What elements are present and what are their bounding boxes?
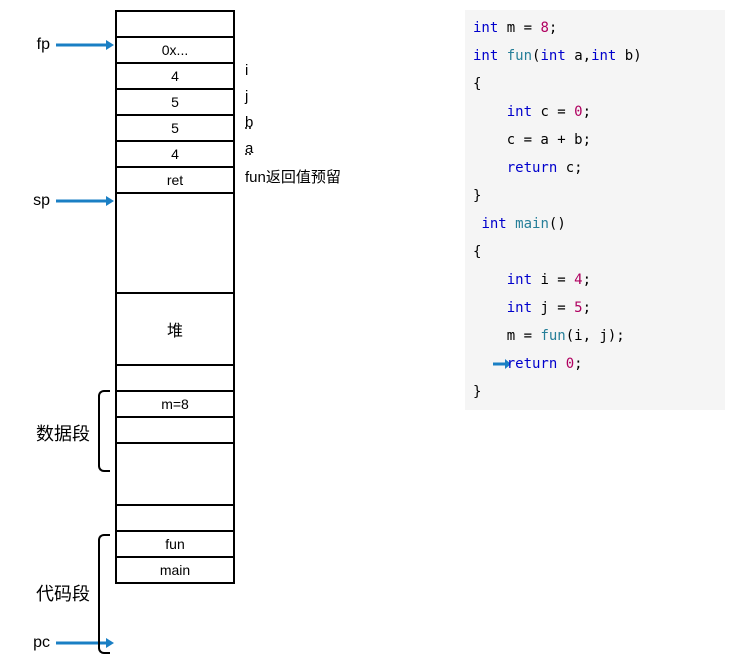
code-line: int m = 8;	[473, 14, 717, 42]
data-bracket-icon	[98, 390, 110, 472]
code-cell: fun	[117, 532, 233, 558]
code-line: }	[473, 378, 717, 406]
code-line-current: m = fun(i, j);	[473, 322, 717, 350]
code-line: {	[473, 70, 717, 98]
cell-annotation: a	[245, 140, 253, 157]
stack-cell: 0x...	[117, 38, 233, 64]
code-line: }	[473, 182, 717, 210]
code-line: int i = 4;	[473, 266, 717, 294]
data-cell	[117, 418, 233, 444]
code-cell: main	[117, 558, 233, 584]
code-cell	[117, 506, 233, 532]
source-code-panel: int m = 8; int fun(int a,int b) { int c …	[465, 10, 725, 410]
memory-column: 0x... 4 5 5 4 ret 堆 m=8 fun main	[115, 10, 235, 584]
segment-gap	[117, 444, 233, 506]
stack-cell: 5	[117, 90, 233, 116]
code-line: int j = 5;	[473, 294, 717, 322]
cell-annotation: fun返回值预留	[245, 166, 341, 187]
cell-annotation: b	[245, 114, 253, 131]
code-line: int fun(int a,int b)	[473, 42, 717, 70]
code-line: int main()	[473, 210, 717, 238]
stack-cell	[117, 12, 233, 38]
code-line: {	[473, 238, 717, 266]
code-line: return 0;	[473, 350, 717, 378]
code-segment-label: 代码段	[20, 580, 90, 606]
code-line: return c;	[473, 154, 717, 182]
sp-arrow-icon	[56, 192, 114, 213]
code-bracket-icon	[98, 534, 110, 654]
pc-label: pc	[20, 634, 50, 652]
stack-cell: 4	[117, 64, 233, 90]
cell-annotation: i	[245, 62, 248, 79]
stack-cell: ret	[117, 168, 233, 194]
stack-cell: 5	[117, 116, 233, 142]
stack-cell: 4	[117, 142, 233, 168]
heap-region: 堆	[117, 294, 233, 366]
fp-arrow-icon	[56, 36, 114, 57]
cell-annotation: j	[245, 88, 248, 105]
code-line: int c = 0;	[473, 98, 717, 126]
data-cell	[117, 366, 233, 392]
sp-label: sp	[20, 192, 50, 210]
fp-label: fp	[20, 36, 50, 54]
stack-free-space	[117, 194, 233, 294]
code-line: c = a + b;	[473, 126, 717, 154]
data-cell: m=8	[117, 392, 233, 418]
data-segment-label: 数据段	[20, 420, 90, 446]
